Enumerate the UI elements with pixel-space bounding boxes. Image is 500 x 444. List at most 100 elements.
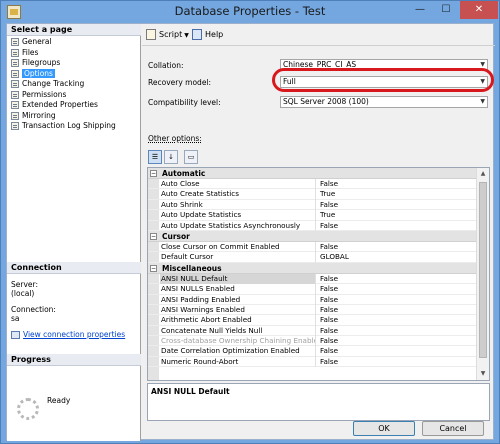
property-value[interactable]: False: [318, 221, 476, 231]
grid-row[interactable]: Arithmetic Abort Enabled False: [148, 315, 477, 326]
property-value[interactable]: False: [318, 200, 476, 210]
property-value[interactable]: True: [318, 189, 476, 199]
ok-button[interactable]: OK: [353, 421, 415, 436]
connection-properties-icon: [11, 331, 20, 339]
scroll-thumb[interactable]: [479, 182, 487, 358]
minimize-button[interactable]: —: [407, 1, 433, 19]
title-bar[interactable]: Database Properties - Test — ☐ ✕: [1, 1, 499, 23]
grid-row[interactable]: ANSI NULL Default False: [148, 273, 477, 285]
grid-row[interactable]: Default Cursor GLOBAL: [148, 252, 477, 263]
property-value[interactable]: False: [318, 274, 476, 284]
property-value[interactable]: False: [318, 305, 476, 315]
property-name: ANSI Padding Enabled: [160, 294, 316, 305]
grid-category[interactable]: − Automatic: [148, 168, 477, 179]
grid-category[interactable]: − Cursor: [148, 230, 477, 242]
nav-item-mirroring[interactable]: Mirroring: [10, 111, 140, 122]
progress-status: Ready: [47, 396, 71, 405]
recovery-model-label: Recovery model:: [148, 78, 212, 87]
property-value[interactable]: False: [318, 346, 476, 356]
database-properties-window: Database Properties - Test — ☐ ✕ Select …: [0, 0, 500, 444]
grid-row[interactable]: ANSI Warnings Enabled False: [148, 304, 477, 316]
property-value[interactable]: False: [318, 179, 476, 189]
collapse-icon[interactable]: −: [150, 232, 157, 240]
close-button[interactable]: ✕: [460, 1, 498, 19]
script-icon: [146, 29, 156, 40]
script-button[interactable]: Script ▼: [146, 29, 189, 42]
collapse-icon[interactable]: −: [150, 170, 157, 177]
nav-item-permissions[interactable]: Permissions: [10, 90, 140, 101]
chevron-down-icon[interactable]: ▼: [184, 32, 189, 39]
page-icon: [11, 59, 19, 67]
property-name: Concatenate Null Yields Null: [160, 325, 316, 337]
property-name: Cross-database Ownership Chaining Enable…: [161, 336, 316, 347]
grid-row[interactable]: Auto Create Statistics True: [148, 189, 477, 200]
collapse-icon[interactable]: −: [150, 264, 157, 272]
grid-category[interactable]: − Miscellaneous: [148, 262, 477, 274]
nav-item-label: Change Tracking: [22, 79, 85, 88]
categorized-icon: ☰: [151, 153, 159, 161]
compatibility-level-label: Compatibility level:: [148, 98, 221, 107]
property-name: Auto Shrink: [160, 199, 316, 211]
page-icon: [11, 38, 19, 46]
property-value[interactable]: False: [318, 357, 476, 367]
chevron-down-icon: ▼: [480, 98, 485, 105]
nav-item-transaction-log-shipping[interactable]: Transaction Log Shipping: [10, 121, 140, 132]
property-name: Auto Update Statistics: [160, 210, 316, 221]
grid-row[interactable]: Close Cursor on Commit Enabled False: [148, 241, 477, 253]
grid-row[interactable]: Numeric Round-Abort False: [148, 356, 477, 368]
grid-row[interactable]: Auto Close False: [148, 179, 477, 190]
red-highlight-annotation: [272, 68, 494, 92]
page-icon: [11, 80, 19, 88]
property-value[interactable]: False: [318, 284, 476, 294]
grid-row[interactable]: Concatenate Null Yields Null False: [148, 325, 477, 337]
nav-item-label: Extended Properties: [22, 100, 98, 109]
property-value[interactable]: False: [318, 315, 476, 325]
grid-row[interactable]: ANSI NULLS Enabled False: [148, 284, 477, 295]
nav-item-files[interactable]: Files: [10, 48, 140, 59]
property-pages-button[interactable]: ▭: [184, 150, 198, 164]
scroll-down-icon[interactable]: ▼: [477, 368, 489, 380]
nav-item-change-tracking[interactable]: Change Tracking: [10, 79, 140, 90]
nav-item-general[interactable]: General: [10, 37, 140, 48]
property-value[interactable]: False: [318, 295, 476, 305]
cancel-button[interactable]: Cancel: [422, 421, 484, 436]
help-button[interactable]: Help: [192, 29, 223, 41]
property-name: ANSI Warnings Enabled: [160, 304, 316, 316]
property-name: Arithmetic Abort Enabled: [160, 315, 316, 326]
grid-category-name: Automatic: [162, 169, 206, 178]
property-name: Date Correlation Optimization Enabled: [160, 346, 316, 357]
maximize-button[interactable]: ☐: [433, 1, 459, 19]
grid-row[interactable]: Cross-database Ownership Chaining Enable…: [148, 336, 477, 347]
property-value[interactable]: False: [318, 242, 476, 252]
grid-row[interactable]: Date Correlation Optimization Enabled Fal…: [148, 346, 477, 357]
grid-scrollbar[interactable]: ▲ ▼: [476, 168, 489, 380]
nav-item-label: Options: [22, 68, 55, 78]
grid-row[interactable]: Auto Update Statistics Asynchronously Fal…: [148, 220, 477, 231]
grid-row[interactable]: Auto Update Statistics True: [148, 210, 477, 221]
property-value[interactable]: False: [318, 326, 476, 336]
other-options-label: Other options:: [148, 134, 202, 143]
nav-item-options[interactable]: Options: [10, 68, 140, 80]
options-page: Script ▼ Help Collation: Chinese_PRC_CI_A…: [142, 24, 495, 441]
property-value[interactable]: False: [318, 336, 476, 346]
view-connection-properties-label[interactable]: View connection properties: [23, 330, 125, 339]
categorized-view-button[interactable]: ☰: [148, 150, 162, 164]
grid-row[interactable]: ANSI Padding Enabled False: [148, 294, 477, 305]
property-name: Auto Close: [160, 179, 316, 190]
help-icon: [192, 29, 202, 40]
page-icon: [11, 48, 19, 57]
alphabetical-sort-button[interactable]: ↓: [164, 150, 178, 164]
view-connection-properties-link[interactable]: View connection properties: [11, 330, 125, 339]
property-value[interactable]: GLOBAL: [318, 252, 476, 262]
script-label: Script: [159, 30, 183, 39]
nav-item-label: Transaction Log Shipping: [22, 121, 116, 130]
nav-item-extended-properties[interactable]: Extended Properties: [10, 100, 140, 111]
property-value[interactable]: True: [318, 210, 476, 220]
scroll-up-icon[interactable]: ▲: [477, 168, 489, 180]
property-grid[interactable]: − Automatic Auto Close False Auto Create Sta…: [147, 167, 490, 381]
property-grid-rows: − Automatic Auto Close False Auto Create Sta…: [148, 168, 477, 368]
grid-row[interactable]: Auto Shrink False: [148, 199, 477, 211]
compatibility-level-select[interactable]: SQL Server 2008 (100) ▼: [280, 96, 488, 108]
dialog-client-area: Select a page General Files Filegroups Opti…: [6, 23, 495, 441]
nav-item-filegroups[interactable]: Filegroups: [10, 58, 140, 69]
